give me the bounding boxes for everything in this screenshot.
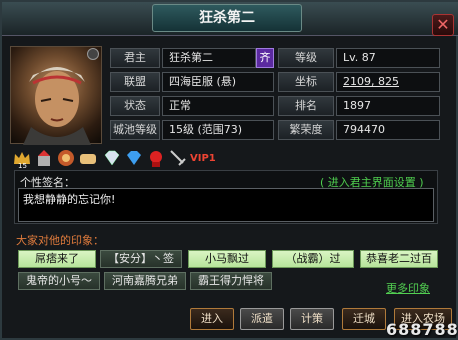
value-city-level: 15级 (范围73) xyxy=(162,120,274,140)
value-prosperity: 794470 xyxy=(336,120,440,140)
level-number: 15 xyxy=(18,162,27,168)
profile-window: 狂杀第二 ✕ 君主 狂杀第二 齐 等级 Lv. 87 联盟 四海臣服 (悬) 坐… xyxy=(0,0,458,340)
dispatch-button[interactable]: 派遣 xyxy=(240,308,284,330)
horse-icon[interactable] xyxy=(146,148,166,168)
close-icon[interactable]: ✕ xyxy=(432,14,454,36)
fist-icon[interactable] xyxy=(56,148,76,168)
value-rank: 1897 xyxy=(336,96,440,116)
gem-blue-icon[interactable] xyxy=(124,148,144,168)
vip-badge: VIP1 xyxy=(190,153,216,164)
value-level: Lv. 87 xyxy=(336,48,440,68)
impression-tag[interactable]: 【安分】丶签 xyxy=(100,250,182,268)
value-lord: 狂杀第二 xyxy=(162,48,256,68)
state-badge: 齐 xyxy=(256,48,274,68)
gem-white-icon[interactable] xyxy=(102,148,122,168)
impression-tag[interactable]: 鬼帝的小号～ xyxy=(18,272,100,290)
impression-tag[interactable]: 屌痞来了 xyxy=(18,250,96,268)
lock-icon[interactable] xyxy=(87,48,99,60)
window-title: 狂杀第二 xyxy=(152,4,302,32)
impression-tag[interactable]: 小马飘过 xyxy=(188,250,266,268)
handshake-icon[interactable] xyxy=(78,148,98,168)
label-level: 等级 xyxy=(278,48,334,68)
enter-button[interactable]: 进入 xyxy=(190,308,234,330)
signature-text: 我想静静的忘记你! xyxy=(18,188,434,222)
title-bar: 狂杀第二 ✕ xyxy=(2,2,458,36)
label-coords: 坐标 xyxy=(278,72,334,92)
watermark: 688788 xyxy=(386,320,458,339)
sword-icon[interactable] xyxy=(168,148,188,168)
impression-tag[interactable]: 河南嘉腾兄弟 xyxy=(104,272,186,290)
move-city-button[interactable]: 迁城 xyxy=(342,308,386,330)
label-rank: 排名 xyxy=(278,96,334,116)
label-lord: 君主 xyxy=(110,48,160,68)
value-status: 正常 xyxy=(162,96,274,116)
coords-link[interactable]: 2109, 825 xyxy=(336,72,440,92)
impression-tag[interactable]: 恭喜老二过百 xyxy=(360,250,438,268)
soldier-icon[interactable] xyxy=(34,148,54,168)
portrait-art xyxy=(23,67,91,145)
crown-icon[interactable]: 15 xyxy=(12,148,32,168)
lord-portrait xyxy=(10,46,102,145)
value-alliance: 四海臣服 (悬) xyxy=(162,72,274,92)
label-city-level: 城池等级 xyxy=(110,120,160,140)
label-status: 状态 xyxy=(110,96,160,116)
plan-button[interactable]: 计策 xyxy=(290,308,334,330)
impression-tag[interactable]: （战霸）过 xyxy=(272,250,354,268)
impressions-heading: 大家对他的印象： xyxy=(16,234,104,247)
impression-tag[interactable]: 霸王得力悍将 xyxy=(190,272,272,290)
label-prosperity: 繁荣度 xyxy=(278,120,334,140)
more-impressions-link[interactable]: 更多印象 xyxy=(386,280,430,296)
label-alliance: 联盟 xyxy=(110,72,160,92)
